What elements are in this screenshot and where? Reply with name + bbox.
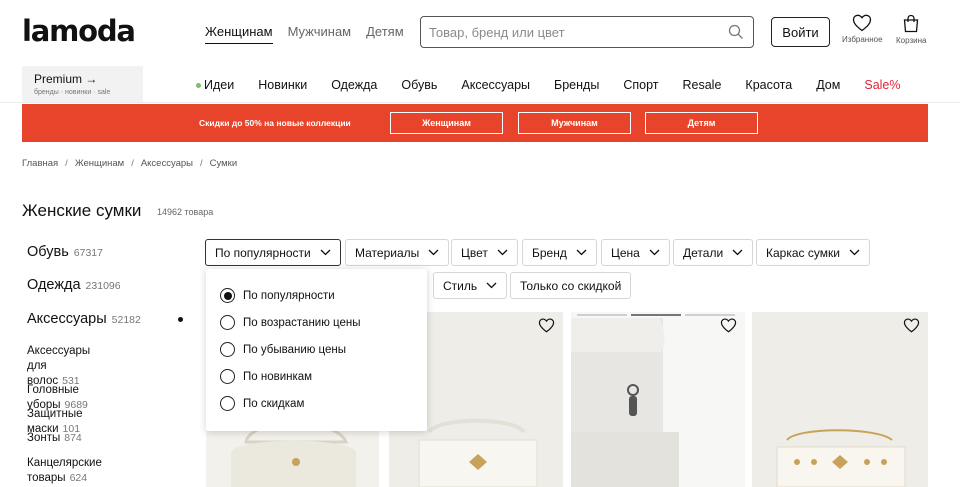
chevron-down-icon bbox=[576, 249, 587, 256]
radio-icon bbox=[220, 342, 235, 357]
filter-discount-only[interactable]: Только со скидкой bbox=[510, 272, 632, 299]
radio-icon bbox=[220, 315, 235, 330]
product-card[interactable] bbox=[752, 312, 928, 487]
sidebar-item-accessories[interactable]: Аксессуары 52182 bbox=[27, 311, 141, 327]
search-icon[interactable] bbox=[727, 23, 745, 41]
promo-banner: Скидки до 50% на новые коллекции Женщина… bbox=[22, 104, 928, 142]
breadcrumb: Главная / Женщинам / Аксессуары / Сумки bbox=[22, 158, 238, 169]
chevron-down-icon bbox=[849, 249, 860, 256]
chevron-down-icon bbox=[497, 249, 508, 256]
nav-brands[interactable]: Бренды bbox=[554, 78, 599, 92]
heart-icon bbox=[853, 14, 872, 32]
active-category-dot bbox=[178, 317, 183, 322]
premium-title: Premium → bbox=[34, 72, 98, 86]
nav-ideas[interactable]: Идеи bbox=[196, 78, 234, 92]
heart-icon[interactable] bbox=[538, 318, 555, 338]
tab-men[interactable]: Мужчинам bbox=[288, 24, 352, 44]
nav-beauty[interactable]: Красота bbox=[745, 78, 792, 92]
sort-option-new[interactable]: По новинкам bbox=[220, 369, 312, 384]
lamoda-logo[interactable]: lamoda bbox=[22, 14, 136, 48]
premium-subtitle: бренды · новинки · sale bbox=[34, 89, 111, 96]
filter-price[interactable]: Цена bbox=[601, 239, 670, 266]
login-button[interactable]: Войти bbox=[771, 17, 830, 47]
gallery-indicator bbox=[577, 314, 735, 316]
crumb-bags[interactable]: Сумки bbox=[210, 158, 238, 169]
chevron-down-icon bbox=[486, 282, 497, 289]
nav-clothes[interactable]: Одежда bbox=[331, 78, 377, 92]
promo-kids-button[interactable]: Детям bbox=[645, 112, 758, 134]
search-box bbox=[420, 16, 754, 48]
promo-men-button[interactable]: Мужчинам bbox=[518, 112, 631, 134]
heart-icon[interactable] bbox=[903, 318, 920, 338]
crumb-women[interactable]: Женщинам bbox=[75, 158, 124, 169]
filter-color[interactable]: Цвет bbox=[451, 239, 518, 266]
nav-accessories[interactable]: Аксессуары bbox=[461, 78, 530, 92]
promo-text: Скидки до 50% на новые коллекции bbox=[199, 118, 351, 128]
crumb-accessories[interactable]: Аксессуары bbox=[141, 158, 193, 169]
product-card[interactable] bbox=[571, 312, 745, 487]
product-image bbox=[571, 312, 745, 487]
chevron-down-icon bbox=[649, 249, 660, 256]
ideas-dot-icon bbox=[196, 82, 201, 88]
nav-new[interactable]: Новинки bbox=[258, 78, 307, 92]
promo-women-button[interactable]: Женщинам bbox=[390, 112, 503, 134]
page-title: Женские сумки bbox=[22, 201, 142, 220]
radio-selected-icon bbox=[220, 288, 235, 303]
filter-style[interactable]: Стиль bbox=[433, 272, 508, 299]
sidebar-item-clothes[interactable]: Одежда 231096 bbox=[27, 277, 121, 293]
sort-option-price-desc[interactable]: По убыванию цены bbox=[220, 342, 346, 357]
category-nav: Идеи Новинки Одежда Обувь Аксессуары Бре… bbox=[196, 78, 901, 92]
tab-kids[interactable]: Детям bbox=[366, 24, 404, 44]
shopping-bag-icon bbox=[904, 14, 919, 33]
filter-brand[interactable]: Бренд bbox=[522, 239, 597, 266]
filter-bag-frame[interactable]: Каркас сумки bbox=[756, 239, 870, 266]
sort-dropdown: По популярности По возрастанию цены По у… bbox=[206, 269, 427, 431]
nav-shoes[interactable]: Обувь bbox=[401, 78, 437, 92]
chevron-down-icon bbox=[320, 249, 331, 256]
heart-icon[interactable] bbox=[720, 318, 737, 338]
sort-select[interactable]: По популярности bbox=[205, 239, 341, 266]
sidebar-item-stationery[interactable]: Канцелярские товары 624 bbox=[27, 456, 102, 486]
nav-divider bbox=[0, 102, 960, 103]
sort-option-popular[interactable]: По популярности bbox=[220, 288, 335, 303]
premium-link[interactable]: Premium → бренды · новинки · sale bbox=[22, 66, 143, 102]
cart-label: Корзина bbox=[896, 36, 927, 45]
sort-option-discount[interactable]: По скидкам bbox=[220, 396, 304, 411]
sidebar-item-shoes[interactable]: Обувь 67317 bbox=[27, 244, 103, 260]
radio-icon bbox=[220, 396, 235, 411]
sidebar-item-umbrellas[interactable]: Зонты 874 bbox=[27, 431, 82, 446]
search-input[interactable] bbox=[429, 24, 727, 40]
nav-resale[interactable]: Resale bbox=[682, 78, 721, 92]
nav-sport[interactable]: Спорт bbox=[623, 78, 658, 92]
crumb-home[interactable]: Главная bbox=[22, 158, 58, 169]
tab-women[interactable]: Женщинам bbox=[205, 24, 273, 44]
favorites-button[interactable]: Избранное bbox=[842, 14, 883, 44]
cart-button[interactable]: Корзина bbox=[896, 14, 926, 45]
chevron-down-icon bbox=[428, 249, 439, 256]
filter-materials[interactable]: Материалы bbox=[345, 239, 450, 266]
chevron-down-icon bbox=[732, 249, 743, 256]
nav-home[interactable]: Дом bbox=[816, 78, 840, 92]
radio-icon bbox=[220, 369, 235, 384]
favorites-label: Избранное bbox=[842, 35, 883, 44]
product-count: 14962 товара bbox=[157, 207, 214, 217]
filter-details[interactable]: Детали bbox=[673, 239, 754, 266]
sort-option-price-asc[interactable]: По возрастанию цены bbox=[220, 315, 361, 330]
nav-sale[interactable]: Sale% bbox=[864, 78, 900, 92]
gender-tabs: Женщинам Мужчинам Детям bbox=[205, 24, 404, 44]
product-image bbox=[752, 312, 928, 487]
